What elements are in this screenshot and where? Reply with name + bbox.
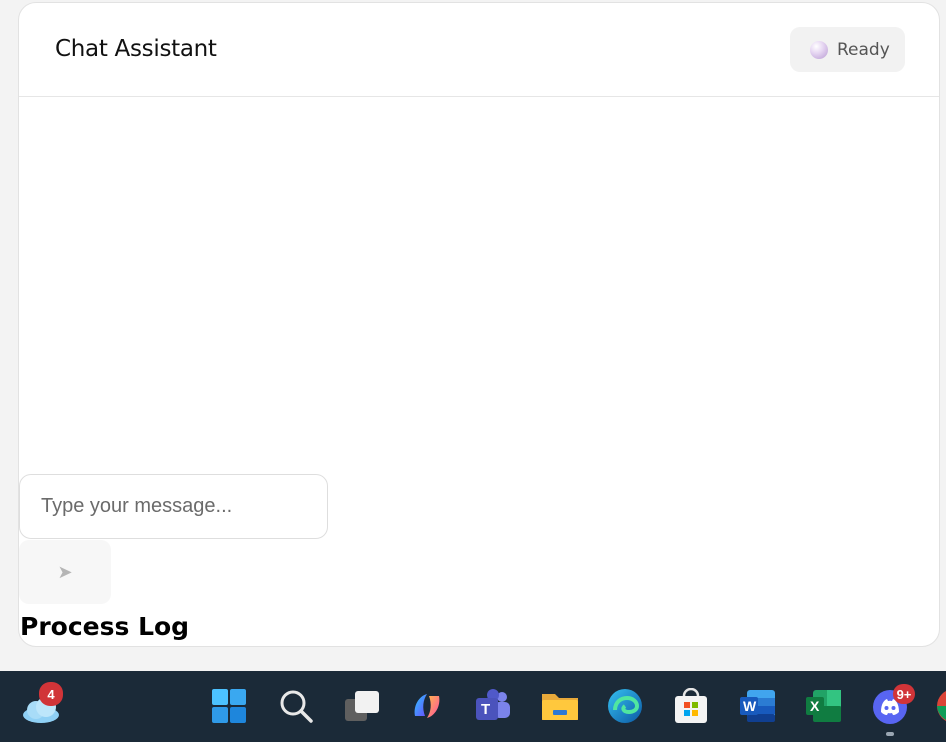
file-explorer-icon[interactable]	[541, 688, 579, 726]
word-letter: W	[743, 698, 757, 714]
status-text: Ready	[837, 39, 890, 60]
message-input[interactable]	[19, 474, 328, 539]
excel-letter: X	[810, 698, 820, 714]
weather-notification-badge: 4	[39, 682, 63, 706]
store-icon[interactable]	[673, 687, 711, 726]
search-icon[interactable]	[278, 688, 316, 726]
teams-letter: T	[481, 701, 491, 718]
chat-panel: Chat Assistant Ready ➤ Process Log	[18, 2, 940, 647]
chrome-icon[interactable]	[936, 688, 946, 726]
chat-header: Chat Assistant Ready	[19, 3, 939, 97]
page-title: Chat Assistant	[55, 36, 217, 62]
process-log-heading: Process Log	[20, 612, 190, 641]
status-orb-icon	[810, 40, 828, 59]
start-windows-icon[interactable]	[211, 688, 249, 726]
teams-icon[interactable]: T	[474, 688, 512, 726]
message-list[interactable]	[19, 98, 939, 473]
taskbar: 4 T W X	[0, 671, 946, 742]
discord-active-indicator	[886, 732, 894, 736]
task-view-icon[interactable]	[343, 688, 381, 726]
status-badge: Ready	[790, 27, 905, 72]
send-button[interactable]: ➤	[19, 540, 111, 604]
copilot-icon[interactable]	[409, 688, 447, 726]
word-icon[interactable]: W	[739, 688, 777, 726]
discord-notification-badge: 9+	[893, 684, 915, 704]
excel-icon[interactable]: X	[805, 688, 843, 726]
edge-browser-icon[interactable]	[607, 688, 645, 726]
